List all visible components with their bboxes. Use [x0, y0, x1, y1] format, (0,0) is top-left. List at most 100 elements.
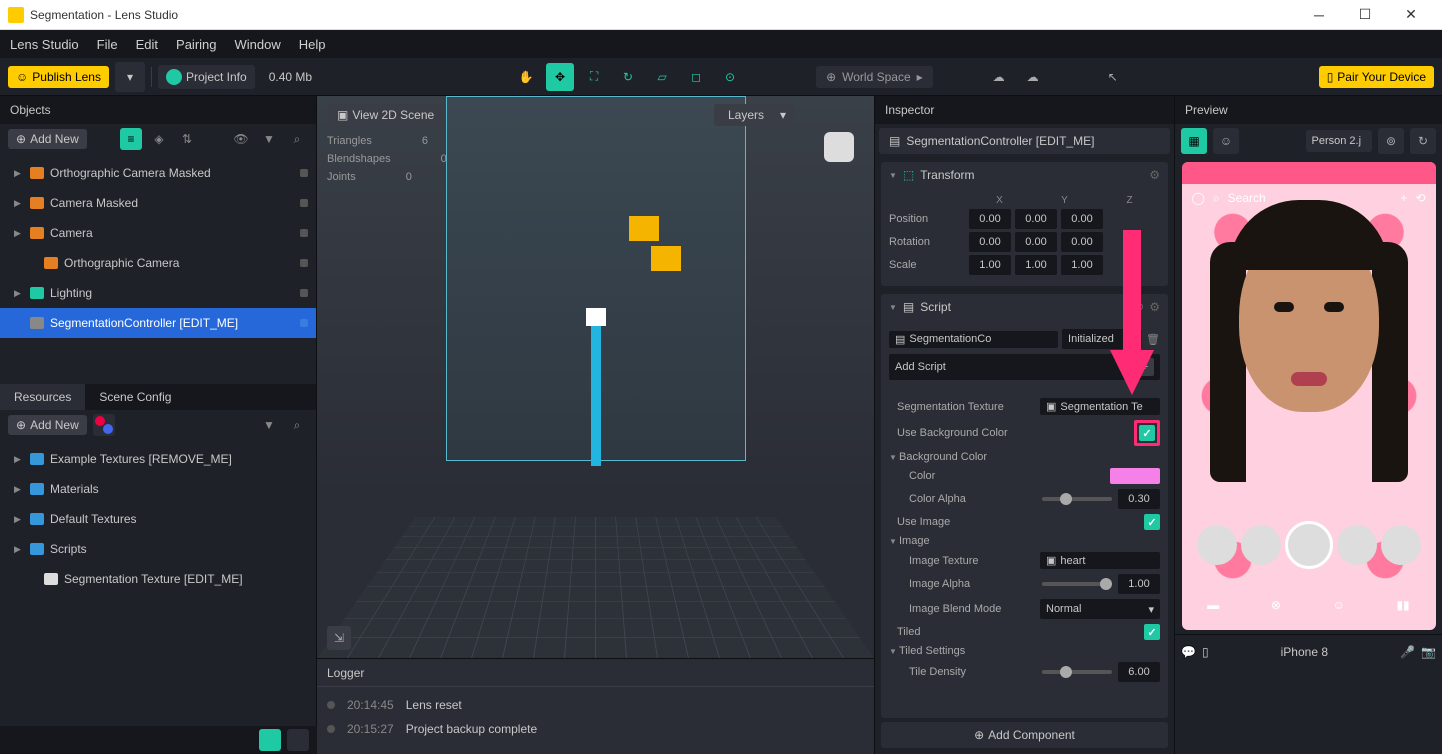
filter-icon[interactable]: ▼ — [258, 414, 280, 436]
expand-icon[interactable]: ▼ — [889, 303, 897, 312]
crop-tool-icon[interactable]: ◻ — [682, 63, 710, 91]
expand-icon[interactable]: ▼ — [889, 453, 899, 462]
hierarchy-view-icon[interactable]: ≡ — [120, 128, 142, 150]
script-ref-field[interactable]: ▤SegmentationCo — [889, 331, 1058, 348]
menu-file[interactable]: File — [97, 37, 118, 52]
pos-z[interactable] — [1061, 209, 1103, 229]
publish-dropdown[interactable]: ▾ — [115, 62, 145, 92]
filter-icon[interactable]: ▼ — [258, 128, 280, 150]
project-info-button[interactable]: Project Info — [158, 65, 255, 89]
tree-item[interactable]: ▶Camera Masked — [0, 188, 316, 218]
list-view-icon[interactable] — [259, 729, 281, 751]
rotate-tool-icon[interactable]: ↻ — [614, 63, 642, 91]
tab-scene-config[interactable]: Scene Config — [85, 384, 185, 410]
add-resource-button[interactable]: ⊕ Add New — [8, 415, 87, 435]
webcam-icon[interactable]: ▦ — [1181, 128, 1207, 154]
sort-icon[interactable]: ⇅ — [176, 128, 198, 150]
rect-tool-icon[interactable]: ▱ — [648, 63, 676, 91]
cloud-icon[interactable]: ☁ — [985, 63, 1013, 91]
color-alpha-slider[interactable] — [1042, 497, 1112, 501]
publish-button[interactable]: ☺ Publish Lens — [8, 66, 109, 88]
phone-portrait-icon[interactable]: ▯ — [1202, 645, 1209, 659]
add-object-button[interactable]: ⊕ Add New — [8, 129, 87, 149]
maximize-button[interactable]: ☐ — [1342, 0, 1388, 30]
mic-icon[interactable]: 🎤 — [1400, 645, 1415, 659]
rot-z[interactable] — [1061, 232, 1103, 252]
tree-item[interactable]: ▶Example Textures [REMOVE_ME] — [0, 444, 316, 474]
refresh-icon[interactable]: ↻ — [1410, 128, 1436, 154]
chat-preview-icon[interactable]: 💬 — [1181, 645, 1196, 659]
search-icon[interactable]: ⌕ — [286, 414, 308, 436]
plus-icon[interactable]: + — [1136, 358, 1154, 376]
use-bg-checkbox[interactable]: ✓ — [1139, 425, 1155, 441]
rot-y[interactable] — [1015, 232, 1057, 252]
pair-device-button[interactable]: ▯ Pair Your Device — [1319, 66, 1434, 88]
camera-gizmo[interactable] — [651, 246, 681, 271]
move-tool-icon[interactable]: ✥ — [546, 63, 574, 91]
tree-item[interactable]: ▶Orthographic Camera Masked — [0, 158, 316, 188]
preview-source-field[interactable]: Person 2.j — [1306, 130, 1373, 152]
pos-y[interactable] — [1015, 209, 1057, 229]
collapse-viewport-icon[interactable]: ⇲ — [327, 626, 351, 650]
tree-item[interactable]: ▶Camera — [0, 218, 316, 248]
tab-resources[interactable]: Resources — [0, 384, 85, 410]
close-button[interactable]: ✕ — [1388, 0, 1434, 30]
cursor-icon[interactable]: ↖ — [1099, 63, 1127, 91]
reset-icon[interactable]: ⟲ — [1133, 300, 1143, 314]
menu-window[interactable]: Window — [235, 37, 281, 52]
lens-option[interactable] — [1241, 525, 1281, 565]
tree-item[interactable]: Orthographic Camera — [0, 248, 316, 278]
lens-option[interactable] — [1337, 525, 1377, 565]
scene-object[interactable] — [591, 326, 601, 466]
tree-item[interactable]: Segmentation Texture [EDIT_ME] — [0, 564, 316, 594]
image-alpha-slider[interactable] — [1042, 582, 1112, 586]
pos-x[interactable] — [969, 209, 1011, 229]
image-alpha-value[interactable] — [1118, 574, 1160, 594]
eye-icon[interactable]: 👁 — [230, 128, 252, 150]
expand-icon[interactable]: ▼ — [889, 647, 899, 656]
rot-x[interactable] — [969, 232, 1011, 252]
minimize-button[interactable]: ─ — [1296, 0, 1342, 30]
menu-edit[interactable]: Edit — [136, 37, 158, 52]
3d-viewport[interactable]: ▣ View 2D Scene Layers ▾ Triangles6 Blen… — [317, 96, 874, 658]
tree-item[interactable]: ▶Materials — [0, 474, 316, 504]
add-script-button[interactable]: Add Script — [895, 361, 946, 373]
scl-x[interactable] — [969, 255, 1011, 275]
menu-pairing[interactable]: Pairing — [176, 37, 216, 52]
gear-icon[interactable]: ⚙ — [1149, 300, 1160, 314]
tree-item[interactable]: ▶Scripts — [0, 534, 316, 564]
gear-icon[interactable]: ⚙ — [1149, 168, 1160, 182]
world-space-dropdown[interactable]: ⊕ World Space ▸ — [816, 66, 933, 88]
camera-gizmo[interactable] — [629, 216, 659, 241]
expand-icon[interactable]: ▼ — [889, 171, 897, 180]
lens-option[interactable] — [1197, 525, 1237, 565]
focus-tool-icon[interactable]: ⊙ — [716, 63, 744, 91]
tile-density-slider[interactable] — [1042, 670, 1112, 674]
scl-y[interactable] — [1015, 255, 1057, 275]
capture-icon[interactable]: ⊚ — [1378, 128, 1404, 154]
image-texture-field[interactable]: ▣heart — [1040, 552, 1160, 569]
expand-icon[interactable]: ▼ — [889, 537, 899, 546]
view-2d-button[interactable]: ▣ View 2D Scene — [327, 104, 444, 126]
camera-icon[interactable]: 📷 — [1421, 645, 1436, 659]
color-alpha-value[interactable] — [1118, 489, 1160, 509]
lens-option[interactable] — [1381, 525, 1421, 565]
menu-lens-studio[interactable]: Lens Studio — [10, 37, 79, 52]
seg-texture-field[interactable]: ▣Segmentation Te — [1040, 398, 1160, 415]
add-component-button[interactable]: ⊕ Add Component — [881, 722, 1168, 748]
palette-icon[interactable] — [93, 414, 115, 436]
tree-item[interactable]: SegmentationController [EDIT_ME] — [0, 308, 316, 338]
menu-help[interactable]: Help — [299, 37, 326, 52]
tiled-checkbox[interactable]: ✓ — [1144, 624, 1160, 640]
cloud2-icon[interactable]: ☁ — [1019, 63, 1047, 91]
copy-icon[interactable] — [121, 414, 143, 436]
tree-item[interactable]: ▶Lighting — [0, 278, 316, 308]
script-event-dropdown[interactable]: Initialized▾ — [1062, 329, 1142, 349]
face-icon[interactable]: ☺ — [1213, 128, 1239, 154]
tree-item[interactable]: ▶Default Textures — [0, 504, 316, 534]
snapchat-ghost-icon[interactable] — [824, 132, 854, 162]
color-swatch[interactable] — [1110, 468, 1160, 484]
lens-option-active[interactable] — [1285, 521, 1333, 569]
search-icon[interactable]: ⌕ — [286, 128, 308, 150]
scale-tool-icon[interactable]: ⛶ — [580, 63, 608, 91]
